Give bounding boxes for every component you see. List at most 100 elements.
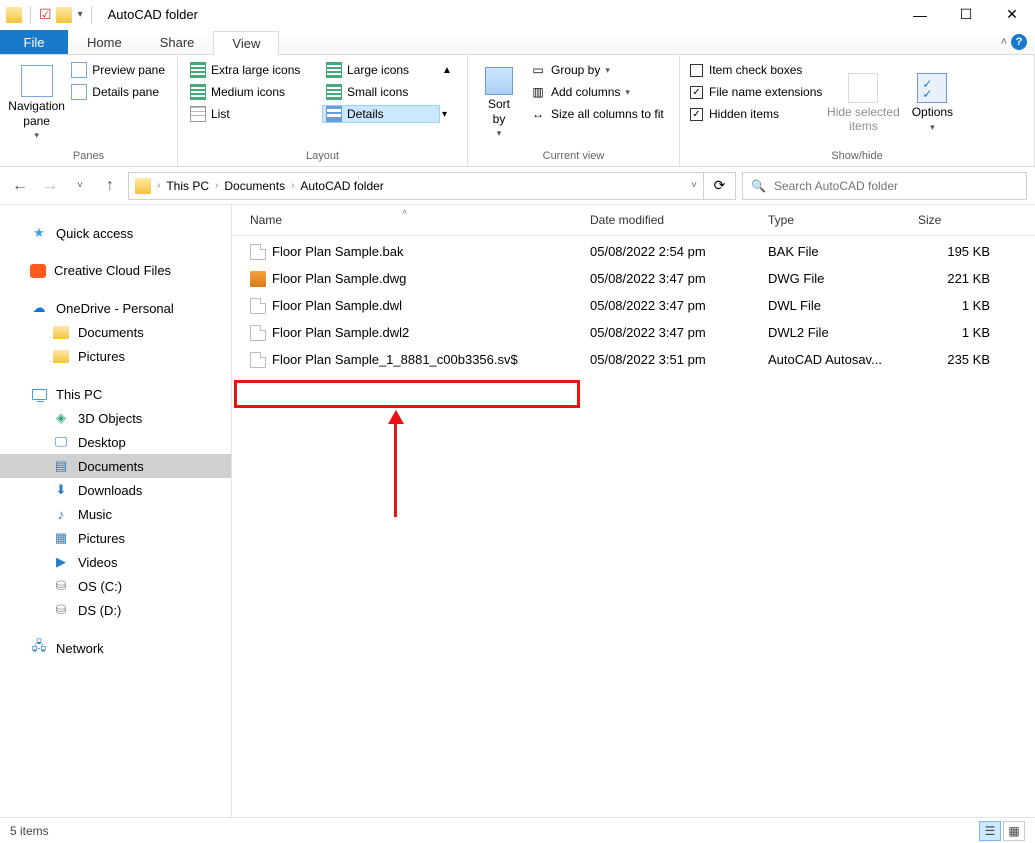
up-button[interactable]: ↑ (98, 174, 122, 198)
tree-onedrive-docs[interactable]: Documents (0, 320, 231, 344)
tree-music[interactable]: ♪Music (0, 502, 231, 526)
hidden-items-toggle[interactable]: ✓Hidden items (688, 105, 824, 123)
chevron-right-icon[interactable]: › (153, 180, 164, 191)
group-by-icon: ▭ (530, 62, 546, 78)
ribbon-tabs: File Home Share View ˄ ? (0, 30, 1035, 55)
qat-checkbox-icon[interactable]: ☑ (39, 6, 52, 23)
minimize-button[interactable]: — (897, 0, 943, 30)
layout-small[interactable]: Small icons (322, 83, 440, 101)
tree-creative-cloud[interactable]: Creative Cloud Files (0, 259, 231, 282)
3d-objects-icon: ◈ (52, 410, 70, 426)
file-date: 05/08/2022 2:54 pm (590, 244, 768, 259)
tree-onedrive[interactable]: ☁OneDrive - Personal (0, 296, 231, 320)
layout-scroll-up-icon[interactable]: ▲ (442, 65, 452, 76)
refresh-button[interactable]: ⟳ (704, 172, 736, 200)
hide-selected-icon (848, 73, 878, 103)
file-date: 05/08/2022 3:47 pm (590, 325, 768, 340)
view-large-button[interactable]: ▦ (1003, 821, 1025, 841)
status-text: 5 items (10, 824, 49, 838)
details-icon (326, 106, 342, 122)
tab-share[interactable]: Share (141, 30, 214, 54)
xlarge-icons-icon (190, 62, 206, 78)
tree-onedrive-pics[interactable]: Pictures (0, 344, 231, 368)
help-icon[interactable]: ? (1011, 34, 1027, 50)
tree-3d-objects[interactable]: ◈3D Objects (0, 406, 231, 430)
file-row[interactable]: Floor Plan Sample.dwg05/08/2022 3:47 pmD… (250, 265, 1035, 292)
file-name: Floor Plan Sample.bak (272, 244, 404, 259)
history-dropdown[interactable]: ˅ (68, 174, 92, 198)
ribbon-collapse-icon[interactable]: ˄ (1001, 36, 1007, 48)
sort-by-button[interactable]: Sort by ▾ (476, 59, 522, 147)
breadcrumb-documents[interactable]: Documents (224, 179, 285, 193)
col-type[interactable]: Type (768, 213, 918, 227)
file-name: Floor Plan Sample.dwg (272, 271, 406, 286)
column-headers[interactable]: Name˄ Date modified Type Size (232, 205, 1035, 236)
file-row[interactable]: Floor Plan Sample.dwl205/08/2022 3:47 pm… (250, 319, 1035, 346)
breadcrumb-folder-icon (135, 178, 151, 194)
breadcrumb-current[interactable]: AutoCAD folder (300, 179, 383, 193)
layout-large[interactable]: Large icons (322, 61, 440, 79)
chevron-right-icon[interactable]: › (211, 180, 222, 191)
tree-videos[interactable]: ▶Videos (0, 550, 231, 574)
col-date[interactable]: Date modified (590, 213, 768, 227)
tree-desktop[interactable]: 🖵Desktop (0, 430, 231, 454)
search-input[interactable] (774, 179, 1018, 193)
qat-folder-icon[interactable] (56, 7, 72, 23)
tree-quick-access[interactable]: ★Quick access (0, 221, 231, 245)
tab-file[interactable]: File (0, 30, 68, 54)
col-size[interactable]: Size (918, 213, 1018, 227)
col-name[interactable]: Name˄ (250, 213, 590, 227)
close-button[interactable]: ✕ (989, 0, 1035, 30)
window-title: AutoCAD folder (108, 7, 198, 22)
videos-icon: ▶ (52, 554, 70, 570)
title-bar: ☑ ▾ AutoCAD folder — ☐ ✕ (0, 0, 1035, 30)
navigation-tree[interactable]: ★Quick access Creative Cloud Files ☁OneD… (0, 205, 232, 817)
tree-downloads[interactable]: ⬇Downloads (0, 478, 231, 502)
breadcrumb[interactable]: › This PC › Documents › AutoCAD folder ˅ (128, 172, 704, 200)
file-type: DWL2 File (768, 325, 918, 340)
annotation-arrowhead (388, 410, 404, 424)
chevron-right-icon[interactable]: › (287, 180, 298, 191)
group-by-button[interactable]: ▭Group by ▾ (526, 61, 668, 79)
tree-pictures[interactable]: ▦Pictures (0, 526, 231, 550)
item-checkboxes-toggle[interactable]: Item check boxes (688, 61, 824, 79)
preview-pane-button[interactable]: Preview pane (67, 61, 169, 79)
file-row[interactable]: Floor Plan Sample.dwl05/08/2022 3:47 pmD… (250, 292, 1035, 319)
layout-medium[interactable]: Medium icons (186, 83, 320, 101)
layout-xlarge[interactable]: Extra large icons (186, 61, 320, 79)
group-label-currentview: Current view (476, 147, 671, 166)
file-row[interactable]: Floor Plan Sample.bak05/08/2022 2:54 pmB… (250, 238, 1035, 265)
navigation-pane-button[interactable]: Navigation pane ▾ (8, 59, 65, 147)
tree-network[interactable]: 🖧Network (0, 636, 231, 660)
back-button[interactable]: ← (8, 174, 32, 198)
group-label-panes: Panes (8, 147, 169, 166)
forward-button[interactable]: → (38, 174, 62, 198)
layout-list[interactable]: List (186, 105, 320, 123)
breadcrumb-this-pc[interactable]: This PC (166, 179, 209, 193)
details-pane-button[interactable]: Details pane (67, 83, 169, 101)
tree-documents[interactable]: ▤Documents (0, 454, 231, 478)
network-icon: 🖧 (30, 640, 48, 656)
search-box[interactable]: 🔍 (742, 172, 1027, 200)
tree-os-c[interactable]: ⛁OS (C:) (0, 574, 231, 598)
tab-view[interactable]: View (213, 31, 279, 55)
tree-this-pc[interactable]: This PC (0, 382, 231, 406)
ribbon: Navigation pane ▾ Preview pane Details p… (0, 55, 1035, 167)
layout-details[interactable]: Details (322, 105, 440, 123)
maximize-button[interactable]: ☐ (943, 0, 989, 30)
file-size: 221 KB (918, 271, 1018, 286)
breadcrumb-dropdown-icon[interactable]: ˅ (691, 180, 697, 191)
navigation-pane-icon (21, 65, 53, 97)
size-columns-button[interactable]: ↔Size all columns to fit (526, 105, 668, 123)
layout-expand-icon[interactable]: ▾ (442, 109, 447, 120)
documents-icon: ▤ (52, 458, 70, 474)
file-extensions-toggle[interactable]: ✓File name extensions (688, 83, 824, 101)
add-columns-button[interactable]: ▥Add columns ▾ (526, 83, 668, 101)
qat-dropdown-icon[interactable]: ▾ (78, 9, 83, 20)
tab-home[interactable]: Home (68, 30, 141, 54)
options-button[interactable]: ✓ ✓ Options ▾ (902, 59, 962, 147)
file-row[interactable]: Floor Plan Sample_1_8881_c00b3356.sv$05/… (250, 346, 1035, 373)
tree-ds-d[interactable]: ⛁DS (D:) (0, 598, 231, 622)
view-details-button[interactable]: ☰ (979, 821, 1001, 841)
sort-asc-icon: ˄ (402, 207, 407, 217)
